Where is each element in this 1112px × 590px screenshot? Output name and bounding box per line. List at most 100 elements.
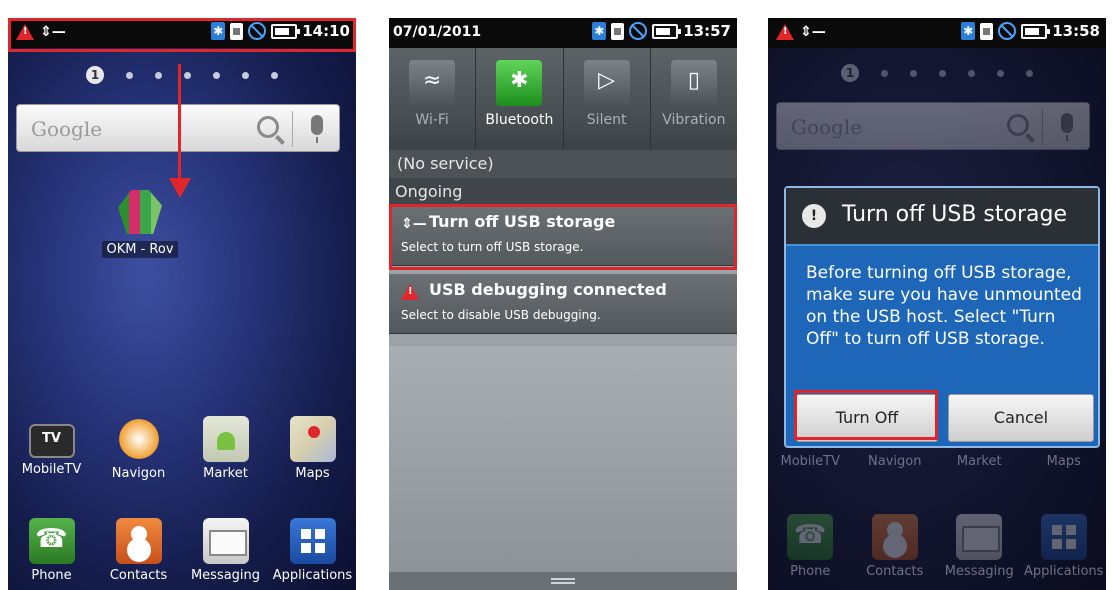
- microphone-icon: [1061, 113, 1073, 141]
- battery-icon: [1021, 23, 1051, 39]
- applications-icon: [289, 518, 336, 564]
- notification-panel-screen: 07/01/2011 ✱ 13:57 ≈ Wi-Fi ✱ Bluetooth ▷…: [389, 18, 737, 590]
- messaging-icon: [202, 518, 249, 564]
- panel-drag-handle[interactable]: [389, 572, 737, 590]
- search-icon: [1007, 114, 1029, 136]
- usb-icon: ⇕—: [40, 24, 66, 40]
- search-placeholder: Google: [31, 117, 103, 141]
- phone-icon: [28, 518, 75, 564]
- page-dot: [997, 69, 1004, 77]
- no-signal-icon: [998, 22, 1017, 40]
- home-screen: ⇕— ✱ 14:10 1 Google OKM - Rov TV Mo: [8, 18, 356, 590]
- app-contacts: Contacts: [853, 514, 937, 579]
- silent-toggle[interactable]: ▷ Silent: [564, 48, 651, 150]
- toggle-label: Wi-Fi: [415, 112, 449, 128]
- app-row-1: MobileTV Navigon Market Maps: [768, 454, 1106, 469]
- google-search-bar: Google: [776, 102, 1090, 150]
- app-messaging[interactable]: Messaging: [184, 518, 268, 583]
- okm-label: OKM - Rov: [102, 241, 178, 258]
- microphone-icon[interactable]: [311, 115, 323, 143]
- app-market[interactable]: Market: [184, 416, 268, 481]
- page-indicator[interactable]: 1: [8, 66, 356, 84]
- app-applications[interactable]: Applications: [271, 518, 355, 583]
- search-placeholder: Google: [791, 115, 863, 139]
- notification-usb-debugging[interactable]: USB debugging connected Select to disabl…: [389, 274, 737, 334]
- usb-storage-dialog: ! Turn off USB storage Before turning of…: [784, 186, 1100, 448]
- search-icon[interactable]: [257, 116, 279, 138]
- toggle-label: Vibration: [662, 112, 726, 128]
- search-divider: [1042, 109, 1043, 145]
- panel-empty-area: [389, 346, 737, 572]
- dialog-message: Before turning off USB storage, make sur…: [806, 263, 1082, 349]
- usb-icon: ⇕—: [800, 24, 826, 40]
- page-dot: [881, 69, 888, 77]
- navigon-icon: [115, 416, 162, 462]
- status-time: 14:10: [302, 22, 350, 40]
- battery-icon: [271, 23, 301, 39]
- contacts-icon: [115, 518, 162, 564]
- status-bar: 07/01/2011 ✱ 13:57: [389, 18, 737, 48]
- page-dot: [242, 71, 249, 79]
- app-label: Applications: [272, 568, 353, 583]
- search-divider: [292, 111, 293, 147]
- app-maps: Maps: [1022, 454, 1106, 469]
- app-contacts[interactable]: Contacts: [97, 518, 181, 583]
- app-phone[interactable]: Phone: [10, 518, 94, 583]
- tv-icon: TV: [28, 424, 75, 458]
- app-navigon[interactable]: Navigon: [97, 416, 181, 481]
- sim-icon: [980, 22, 994, 40]
- app-label: Market: [956, 454, 1002, 469]
- status-bar[interactable]: ⇕— ✱ 14:10: [8, 18, 356, 48]
- vibration-toggle[interactable]: ▯ Vibration: [651, 48, 737, 150]
- app-mobiletv: MobileTV: [768, 454, 852, 469]
- app-label: Messaging: [190, 568, 261, 583]
- toggle-label: Bluetooth: [485, 112, 554, 128]
- bluetooth-icon: ✱: [592, 22, 607, 40]
- app-row-2: Phone Contacts Messaging Applications: [8, 518, 356, 583]
- no-service-label: (No service): [389, 150, 737, 178]
- bluetooth-icon: ✱: [496, 60, 543, 106]
- status-bar: ⇕— ✱ 13:58: [768, 18, 1106, 48]
- warning-icon: [401, 284, 419, 300]
- page-dot: [126, 71, 133, 79]
- okm-widget[interactable]: OKM - Rov: [80, 190, 200, 258]
- notification-subtitle: Select to turn off USB storage.: [401, 240, 584, 254]
- app-label: Navigon: [111, 466, 166, 481]
- app-label: Contacts: [109, 568, 168, 583]
- okm-app-icon: [118, 190, 162, 234]
- red-arrow-line: [178, 64, 181, 184]
- app-label: Contacts: [866, 564, 924, 579]
- status-date: 07/01/2011: [393, 24, 482, 40]
- usb-dialog-screen: ⇕— ✱ 13:58 1 Google ! Turn off USB stora…: [768, 18, 1106, 590]
- sim-icon: [611, 22, 625, 40]
- page-dot: [968, 69, 975, 77]
- warning-icon: [16, 24, 34, 40]
- app-maps[interactable]: Maps: [271, 416, 355, 481]
- app-market: Market: [937, 454, 1021, 469]
- bluetooth-icon: ✱: [211, 22, 226, 40]
- app-navigon: Navigon: [853, 454, 937, 469]
- wifi-toggle[interactable]: ≈ Wi-Fi: [389, 48, 477, 150]
- app-label: Maps: [295, 466, 330, 481]
- warning-icon: [776, 24, 794, 40]
- turn-off-button[interactable]: Turn Off: [796, 394, 938, 442]
- app-row-1: TV MobileTV Navigon Market Maps: [8, 416, 356, 481]
- speaker-mute-icon: ▷: [583, 60, 630, 106]
- page-dot: [155, 71, 162, 79]
- notification-usb-storage[interactable]: ⇕— Turn off USB storage Select to turn o…: [389, 206, 737, 266]
- status-time: 13:58: [1052, 22, 1100, 40]
- app-row-2: Phone Contacts Messaging Applications: [768, 514, 1106, 579]
- no-signal-icon: [629, 22, 648, 40]
- app-label: Applications: [1024, 564, 1104, 579]
- dialog-title: Turn off USB storage: [842, 202, 1067, 227]
- dialog-title-bar: ! Turn off USB storage: [786, 188, 1098, 246]
- notification-subtitle: Select to disable USB debugging.: [401, 308, 601, 322]
- toggle-label: Silent: [586, 112, 627, 128]
- cancel-button[interactable]: Cancel: [948, 394, 1094, 442]
- app-mobiletv[interactable]: TV MobileTV: [10, 416, 94, 481]
- status-time: 13:57: [683, 22, 731, 40]
- bluetooth-toggle[interactable]: ✱ Bluetooth: [476, 48, 564, 150]
- page-dot: [1026, 69, 1033, 77]
- section-header-ongoing: Ongoing: [389, 178, 737, 206]
- usb-icon: ⇕—: [401, 216, 427, 232]
